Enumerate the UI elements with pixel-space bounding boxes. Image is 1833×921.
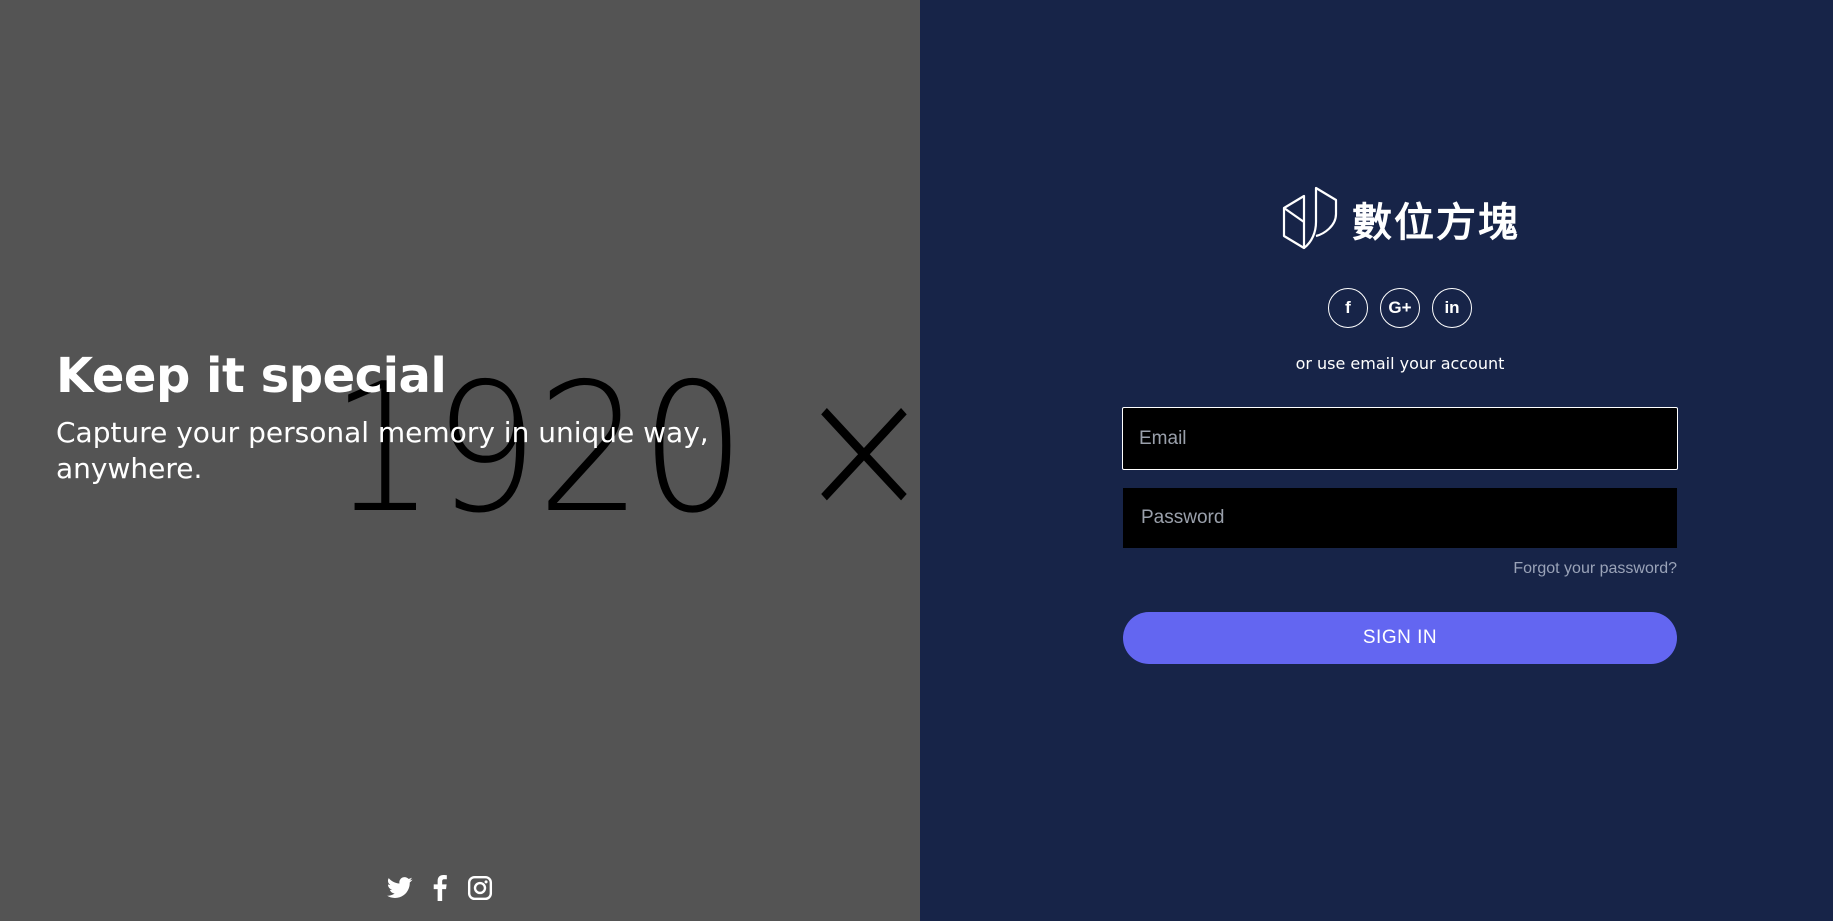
login-page: 1920 × Keep it special Capture your pers… [0, 0, 1833, 921]
hero-copy: Keep it special Capture your personal me… [56, 350, 756, 487]
hero-panel: 1920 × Keep it special Capture your pers… [0, 0, 920, 921]
brand-name: 數位方塊 [1352, 200, 1520, 246]
forgot-row: Forgot your password? [1123, 560, 1677, 578]
social-login-buttons: f G+ in [1328, 288, 1472, 328]
email-field-wrapper [1122, 407, 1678, 470]
twitter-icon[interactable] [387, 875, 413, 901]
hero-subtitle: Capture your personal memory in unique w… [56, 415, 709, 485]
facebook-login-button[interactable]: f [1328, 288, 1368, 328]
instagram-icon[interactable] [467, 875, 493, 901]
or-use-email-text: or use email your account [1295, 354, 1505, 373]
sign-in-button[interactable]: SIGN IN [1123, 612, 1677, 664]
password-field[interactable] [1125, 490, 1675, 546]
linkedin-login-button[interactable]: in [1432, 288, 1472, 328]
forgot-password-link[interactable]: Forgot your password? [1513, 560, 1677, 578]
email-field[interactable] [1123, 408, 1677, 469]
google-login-button[interactable]: G+ [1380, 288, 1420, 328]
hero-title: Keep it special [56, 348, 447, 404]
brand-logo: 數位方塊 [1280, 185, 1520, 253]
hero-social-links [387, 875, 493, 901]
facebook-icon[interactable] [427, 875, 453, 901]
login-form: 數位方塊 f G+ in or use email your account F… [1122, 185, 1678, 664]
login-panel: 數位方塊 f G+ in or use email your account F… [920, 0, 1833, 921]
password-field-wrapper [1123, 488, 1677, 548]
brand-mark-icon [1282, 186, 1338, 250]
